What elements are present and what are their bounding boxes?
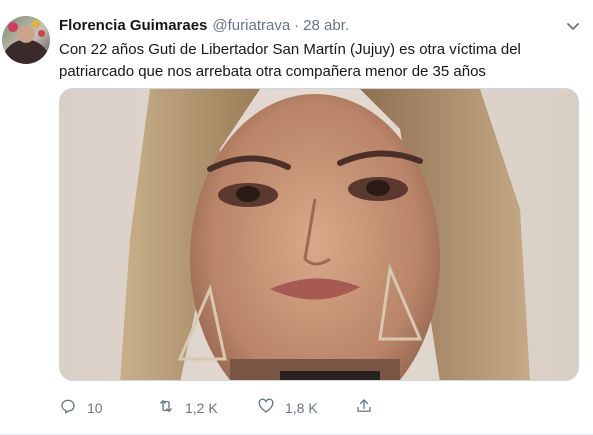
tweet-header: Florencia Guimaraes @furiatrava · 28 abr… xyxy=(59,17,349,37)
like-count: 1,8 K xyxy=(285,400,318,416)
share-icon xyxy=(355,397,373,420)
author-name[interactable]: Florencia Guimaraes xyxy=(59,17,207,34)
reply-button[interactable]: 10 xyxy=(59,396,103,420)
tweet-text: Con 22 años Guti de Libertador San Martí… xyxy=(59,41,521,80)
author-handle[interactable]: @furiatrava xyxy=(212,17,290,34)
share-button[interactable] xyxy=(355,396,373,420)
retweet-icon xyxy=(157,397,175,420)
reply-count: 10 xyxy=(87,400,103,416)
like-button[interactable]: 1,8 K xyxy=(257,396,318,420)
retweet-button[interactable]: 1,2 K xyxy=(157,396,218,420)
retweet-count: 1,2 K xyxy=(185,400,218,416)
avatar[interactable] xyxy=(2,16,50,64)
tweet-date[interactable]: 28 abr. xyxy=(303,17,349,34)
chevron-down-icon[interactable] xyxy=(565,18,581,34)
tweet-photo[interactable] xyxy=(59,88,579,381)
header-separator: · xyxy=(294,17,300,34)
heart-icon xyxy=(257,397,275,420)
tweet-actions: 10 1,2 K 1,8 K xyxy=(59,396,499,420)
reply-icon xyxy=(59,397,77,420)
tweet[interactable]: Florencia Guimaraes @furiatrava · 28 abr… xyxy=(0,0,593,435)
